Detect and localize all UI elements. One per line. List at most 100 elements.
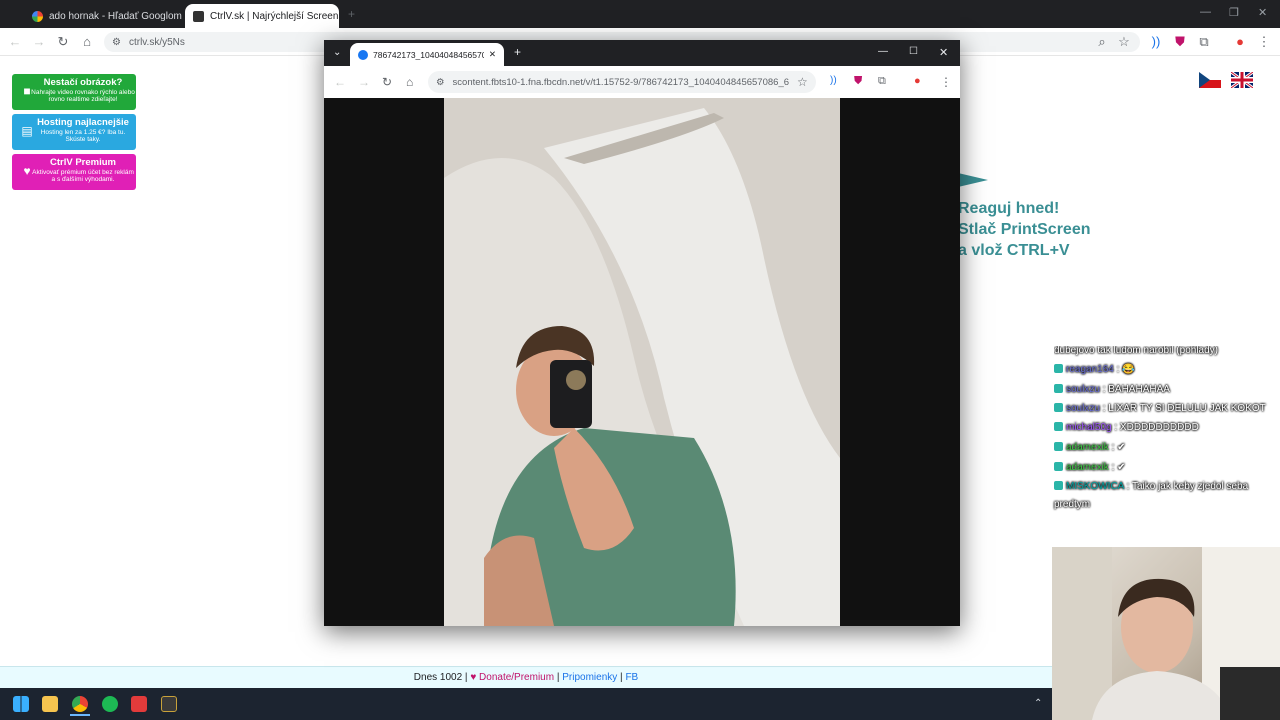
chat-message: adamexik : ✔	[1054, 438, 1280, 458]
address-text: ctrlv.sk/y5Ns	[128, 36, 185, 48]
promo-line: Stlač PrintScreen	[958, 221, 1091, 238]
promo-line: Reaguj hned!	[958, 200, 1060, 217]
chat-user: adamexik	[1066, 442, 1109, 453]
new-tab-button[interactable]: +	[514, 45, 521, 59]
chat-message: dubejovo tak ludom narobil (pohlady)	[1054, 346, 1280, 360]
taskbar	[0, 688, 1052, 720]
chat-message: soulxzu : LIXAR TY SI DELULU JAK KOKOT	[1054, 400, 1280, 418]
ctrlv-favicon-icon	[193, 10, 204, 22]
ad-premium-button[interactable]: ♥ CtrlV Premium Aktivovať prémium účet b…	[12, 154, 136, 190]
server-icon: ▤	[21, 124, 33, 138]
extensions-puzzle-icon[interactable]: ⧉	[1196, 34, 1212, 50]
app-red-icon[interactable]	[131, 696, 147, 712]
chat-user: adamexik	[1066, 462, 1109, 473]
badge-icon	[1054, 364, 1063, 373]
tab-title: ado hornak - Hľadať Googlom	[49, 10, 182, 22]
reload-icon[interactable]: ↻	[55, 34, 71, 50]
new-tab-button[interactable]: +	[348, 7, 355, 21]
home-icon[interactable]: ⌂	[406, 75, 413, 89]
chat-user: MISKOWICA	[1066, 481, 1124, 492]
bookmark-star-icon[interactable]: ☆	[1116, 34, 1132, 50]
zoom-icon[interactable]: ⌕	[1094, 34, 1110, 50]
windows-start-icon[interactable]	[13, 696, 29, 712]
reload-icon[interactable]: ↻	[382, 75, 392, 89]
czech-flag-icon[interactable]	[1199, 72, 1221, 88]
chat-text: : XDDDDDDDDDD	[1114, 422, 1199, 433]
popup-tab[interactable]: 786742173_1040404845657086 ✕	[350, 43, 504, 66]
donate-link[interactable]: Donate/Premium	[479, 672, 554, 683]
forward-icon[interactable]: →	[31, 34, 47, 50]
chrome-icon[interactable]	[72, 696, 88, 712]
video-camera-icon: ■	[23, 84, 31, 98]
maximize-icon[interactable]: ❐	[1229, 6, 1239, 19]
ad-video-button[interactable]: ■ Nestačí obrázok? Nahrajte video rovnak…	[12, 74, 136, 110]
close-window-icon[interactable]: ✕	[1258, 6, 1267, 19]
fb-link[interactable]: FB	[625, 672, 638, 683]
active-app-indicator	[70, 714, 90, 716]
back-icon[interactable]: ←	[334, 75, 346, 89]
tab-title: CtrlV.sk | Najrýchlejší ScreenShot	[210, 10, 339, 22]
minimize-icon[interactable]: —	[1200, 6, 1211, 18]
site-info-icon[interactable]: ⚙	[112, 37, 121, 48]
mirror-selfie-photo[interactable]	[444, 98, 840, 626]
image-popup-window: ⌄ 786742173_1040404845657086 ✕ + — ☐ ✕ ←…	[324, 40, 960, 626]
close-window-icon[interactable]: ✕	[939, 46, 948, 59]
ad-hosting-button[interactable]: ▤ Hosting najlacnejšie Hosting len za 1.…	[12, 114, 136, 150]
tab-google-search[interactable]: ado hornak - Hľadať Googlom ✕	[24, 4, 182, 28]
ad-subtitle: Nahrajte video rovnako rýchlo alebo rovn…	[31, 89, 135, 103]
ad-title: Hosting najlacnejšie	[37, 117, 129, 128]
heart-icon: ♥	[470, 672, 477, 683]
chat-message: MISKOWICA : Taiko jak keby zjedol seba p…	[1054, 478, 1280, 514]
menu-kebab-icon[interactable]: ⋮	[1256, 34, 1272, 50]
ad-title: CtrlV Premium	[50, 157, 116, 168]
uk-flag-cross	[1230, 70, 1254, 90]
ad-subtitle: Aktivovať prémium účet bez reklám a s ďa…	[32, 169, 134, 183]
chat-user: soulxzu	[1066, 384, 1100, 395]
tab-ctrlv[interactable]: CtrlV.sk | Najrýchlejší ScreenShot ✕	[185, 4, 339, 28]
bookmark-star-icon[interactable]: ☆	[797, 75, 808, 89]
separator: |	[620, 672, 623, 683]
extension-audio-icon[interactable]: ))	[830, 75, 837, 86]
page-footer: Dnes 1002 | ♥ Donate/Premium | Pripomien…	[0, 666, 1052, 688]
close-tab-icon[interactable]: ✕	[489, 49, 496, 60]
tray-chevron-icon[interactable]: ⌃	[1034, 698, 1042, 709]
chat-text: dubejovo tak ludom narobil (pohlady)	[1054, 346, 1218, 356]
minimize-icon[interactable]: —	[878, 46, 888, 57]
file-explorer-icon[interactable]	[42, 696, 58, 712]
extension-shield-icon[interactable]: ⛊	[854, 75, 862, 88]
profile-avatar-icon[interactable]: ●	[1232, 34, 1248, 50]
reminders-link[interactable]: Pripomienky	[562, 672, 617, 683]
facebook-icon	[358, 49, 368, 60]
promo-arrow-icon	[958, 173, 988, 187]
site-info-icon[interactable]: ⚙	[436, 77, 445, 88]
spotify-icon[interactable]	[102, 696, 118, 712]
ad-subtitle: Hosting len za 1.25 €? Iba tu. Skúste ta…	[40, 129, 126, 143]
extension-audio-icon[interactable]: ))	[1148, 34, 1164, 50]
extensions-puzzle-icon[interactable]: ⧉	[878, 75, 886, 88]
tab-search-chevron-icon[interactable]: ⌄	[333, 47, 341, 58]
extension-shield-icon[interactable]: ⛊	[1172, 34, 1188, 50]
uk-flag-icon[interactable]	[1230, 70, 1254, 90]
visit-counter: Dnes 1002 |	[413, 672, 468, 683]
google-icon	[32, 10, 43, 22]
popup-address-bar[interactable]: ⚙ scontent.fbts10-1.fna.fbcdn.net/v/t1.1…	[428, 71, 816, 93]
webcam-feed	[1052, 547, 1280, 720]
chat-message: adamexik : ✔	[1054, 458, 1280, 478]
separator: |	[556, 672, 560, 683]
app-gold-icon[interactable]	[161, 696, 177, 712]
home-icon[interactable]: ⌂	[79, 34, 95, 50]
ad-title: Nestačí obrázok?	[43, 77, 123, 88]
menu-kebab-icon[interactable]: ⋮	[940, 75, 952, 89]
promo-line: a vlož CTRL+V	[958, 242, 1070, 259]
chat-user: reagan164	[1066, 364, 1114, 375]
forward-icon[interactable]: →	[358, 75, 370, 89]
chat-text: : ✔	[1111, 442, 1126, 453]
chat-user: soulxzu	[1066, 403, 1100, 414]
chat-message: soulxzu : BAHAHAHAA	[1054, 380, 1280, 400]
popup-address-text: scontent.fbts10-1.fna.fbcdn.net/v/t1.157…	[452, 76, 789, 88]
profile-avatar-icon[interactable]: ●	[914, 75, 921, 87]
chat-text: : ✔	[1111, 462, 1126, 473]
chat-message: michal50g : XDDDDDDDDDD	[1054, 418, 1280, 438]
back-icon[interactable]: ←	[7, 34, 23, 50]
maximize-icon[interactable]: ☐	[909, 46, 918, 57]
